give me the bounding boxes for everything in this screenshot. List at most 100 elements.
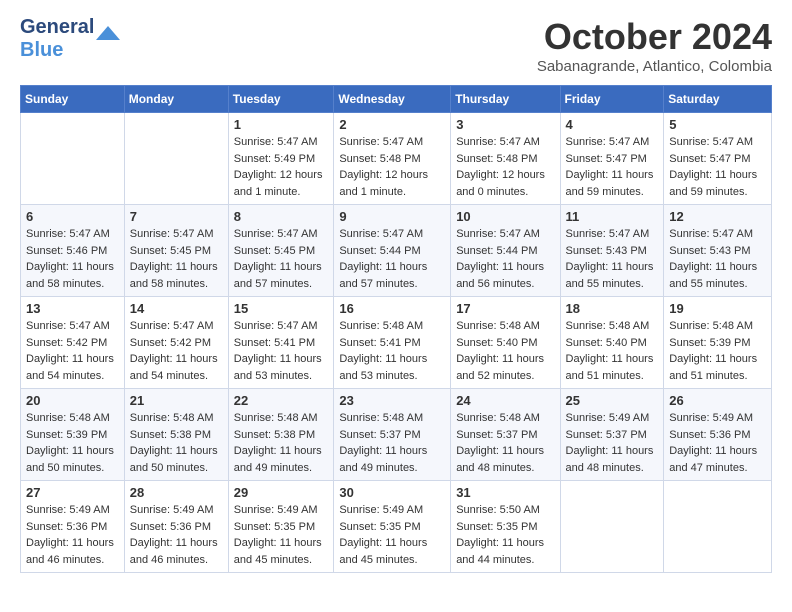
day-detail: Sunrise: 5:48 AMSunset: 5:38 PMDaylight:…	[234, 412, 322, 474]
day-number: 1	[234, 117, 329, 132]
day-detail: Sunrise: 5:47 AMSunset: 5:46 PMDaylight:…	[26, 228, 114, 290]
day-cell: 5 Sunrise: 5:47 AMSunset: 5:47 PMDayligh…	[664, 113, 772, 205]
day-cell: 7 Sunrise: 5:47 AMSunset: 5:45 PMDayligh…	[124, 205, 228, 297]
day-cell: 24 Sunrise: 5:48 AMSunset: 5:37 PMDaylig…	[451, 389, 560, 481]
day-detail: Sunrise: 5:49 AMSunset: 5:36 PMDaylight:…	[669, 412, 757, 474]
day-detail: Sunrise: 5:47 AMSunset: 5:41 PMDaylight:…	[234, 320, 322, 382]
day-cell: 20 Sunrise: 5:48 AMSunset: 5:39 PMDaylig…	[21, 389, 125, 481]
day-detail: Sunrise: 5:49 AMSunset: 5:35 PMDaylight:…	[234, 504, 322, 566]
day-number: 24	[456, 393, 554, 408]
day-cell: 15 Sunrise: 5:47 AMSunset: 5:41 PMDaylig…	[228, 297, 334, 389]
day-detail: Sunrise: 5:48 AMSunset: 5:39 PMDaylight:…	[26, 412, 114, 474]
day-cell: 26 Sunrise: 5:49 AMSunset: 5:36 PMDaylig…	[664, 389, 772, 481]
day-cell: 3 Sunrise: 5:47 AMSunset: 5:48 PMDayligh…	[451, 113, 560, 205]
day-number: 9	[339, 209, 445, 224]
logo: General Blue	[20, 16, 120, 62]
header: General Blue October 2024 Sabanagrande, …	[20, 16, 772, 75]
day-detail: Sunrise: 5:47 AMSunset: 5:44 PMDaylight:…	[339, 228, 427, 290]
day-number: 14	[130, 301, 223, 316]
day-detail: Sunrise: 5:47 AMSunset: 5:42 PMDaylight:…	[130, 320, 218, 382]
day-cell: 6 Sunrise: 5:47 AMSunset: 5:46 PMDayligh…	[21, 205, 125, 297]
day-detail: Sunrise: 5:48 AMSunset: 5:37 PMDaylight:…	[339, 412, 427, 474]
calendar-page: General Blue October 2024 Sabanagrande, …	[0, 0, 792, 589]
day-cell: 23 Sunrise: 5:48 AMSunset: 5:37 PMDaylig…	[334, 389, 451, 481]
day-number: 27	[26, 485, 119, 500]
header-cell-wednesday: Wednesday	[334, 86, 451, 113]
day-number: 17	[456, 301, 554, 316]
day-number: 8	[234, 209, 329, 224]
day-cell: 21 Sunrise: 5:48 AMSunset: 5:38 PMDaylig…	[124, 389, 228, 481]
day-number: 2	[339, 117, 445, 132]
day-cell: 10 Sunrise: 5:47 AMSunset: 5:44 PMDaylig…	[451, 205, 560, 297]
header-row: SundayMondayTuesdayWednesdayThursdayFrid…	[21, 86, 772, 113]
day-cell: 22 Sunrise: 5:48 AMSunset: 5:38 PMDaylig…	[228, 389, 334, 481]
day-number: 18	[566, 301, 659, 316]
day-detail: Sunrise: 5:49 AMSunset: 5:35 PMDaylight:…	[339, 504, 427, 566]
logo-line1: General	[20, 16, 94, 39]
day-detail: Sunrise: 5:48 AMSunset: 5:38 PMDaylight:…	[130, 412, 218, 474]
day-cell: 14 Sunrise: 5:47 AMSunset: 5:42 PMDaylig…	[124, 297, 228, 389]
day-detail: Sunrise: 5:49 AMSunset: 5:37 PMDaylight:…	[566, 412, 654, 474]
header-cell-thursday: Thursday	[451, 86, 560, 113]
day-detail: Sunrise: 5:49 AMSunset: 5:36 PMDaylight:…	[130, 504, 218, 566]
day-cell: 4 Sunrise: 5:47 AMSunset: 5:47 PMDayligh…	[560, 113, 664, 205]
day-cell: 8 Sunrise: 5:47 AMSunset: 5:45 PMDayligh…	[228, 205, 334, 297]
day-detail: Sunrise: 5:47 AMSunset: 5:47 PMDaylight:…	[566, 136, 654, 198]
day-cell: 11 Sunrise: 5:47 AMSunset: 5:43 PMDaylig…	[560, 205, 664, 297]
day-cell	[560, 481, 664, 573]
day-detail: Sunrise: 5:47 AMSunset: 5:48 PMDaylight:…	[456, 136, 545, 198]
day-cell: 17 Sunrise: 5:48 AMSunset: 5:40 PMDaylig…	[451, 297, 560, 389]
day-detail: Sunrise: 5:49 AMSunset: 5:36 PMDaylight:…	[26, 504, 114, 566]
day-detail: Sunrise: 5:47 AMSunset: 5:47 PMDaylight:…	[669, 136, 757, 198]
day-cell: 30 Sunrise: 5:49 AMSunset: 5:35 PMDaylig…	[334, 481, 451, 573]
logo-triangle-icon	[96, 21, 120, 45]
day-number: 21	[130, 393, 223, 408]
week-row-5: 27 Sunrise: 5:49 AMSunset: 5:36 PMDaylig…	[21, 481, 772, 573]
day-cell	[664, 481, 772, 573]
day-detail: Sunrise: 5:47 AMSunset: 5:48 PMDaylight:…	[339, 136, 428, 198]
day-number: 11	[566, 209, 659, 224]
day-cell: 28 Sunrise: 5:49 AMSunset: 5:36 PMDaylig…	[124, 481, 228, 573]
day-cell: 19 Sunrise: 5:48 AMSunset: 5:39 PMDaylig…	[664, 297, 772, 389]
day-cell	[21, 113, 125, 205]
header-cell-sunday: Sunday	[21, 86, 125, 113]
day-cell	[124, 113, 228, 205]
week-row-2: 6 Sunrise: 5:47 AMSunset: 5:46 PMDayligh…	[21, 205, 772, 297]
day-cell: 1 Sunrise: 5:47 AMSunset: 5:49 PMDayligh…	[228, 113, 334, 205]
day-number: 23	[339, 393, 445, 408]
week-row-4: 20 Sunrise: 5:48 AMSunset: 5:39 PMDaylig…	[21, 389, 772, 481]
day-number: 12	[669, 209, 766, 224]
month-title: October 2024	[537, 16, 772, 58]
header-cell-friday: Friday	[560, 86, 664, 113]
day-number: 22	[234, 393, 329, 408]
day-number: 30	[339, 485, 445, 500]
day-cell: 2 Sunrise: 5:47 AMSunset: 5:48 PMDayligh…	[334, 113, 451, 205]
day-number: 31	[456, 485, 554, 500]
day-cell: 31 Sunrise: 5:50 AMSunset: 5:35 PMDaylig…	[451, 481, 560, 573]
day-number: 7	[130, 209, 223, 224]
day-detail: Sunrise: 5:47 AMSunset: 5:49 PMDaylight:…	[234, 136, 323, 198]
day-detail: Sunrise: 5:48 AMSunset: 5:39 PMDaylight:…	[669, 320, 757, 382]
day-detail: Sunrise: 5:47 AMSunset: 5:43 PMDaylight:…	[566, 228, 654, 290]
week-row-1: 1 Sunrise: 5:47 AMSunset: 5:49 PMDayligh…	[21, 113, 772, 205]
day-number: 29	[234, 485, 329, 500]
week-row-3: 13 Sunrise: 5:47 AMSunset: 5:42 PMDaylig…	[21, 297, 772, 389]
day-number: 19	[669, 301, 766, 316]
day-cell: 29 Sunrise: 5:49 AMSunset: 5:35 PMDaylig…	[228, 481, 334, 573]
location-subtitle: Sabanagrande, Atlantico, Colombia	[537, 58, 772, 75]
day-cell: 16 Sunrise: 5:48 AMSunset: 5:41 PMDaylig…	[334, 297, 451, 389]
day-detail: Sunrise: 5:48 AMSunset: 5:40 PMDaylight:…	[456, 320, 544, 382]
day-detail: Sunrise: 5:47 AMSunset: 5:44 PMDaylight:…	[456, 228, 544, 290]
day-detail: Sunrise: 5:50 AMSunset: 5:35 PMDaylight:…	[456, 504, 544, 566]
day-number: 6	[26, 209, 119, 224]
day-number: 10	[456, 209, 554, 224]
logo-line2: Blue	[20, 39, 94, 62]
day-cell: 12 Sunrise: 5:47 AMSunset: 5:43 PMDaylig…	[664, 205, 772, 297]
day-cell: 25 Sunrise: 5:49 AMSunset: 5:37 PMDaylig…	[560, 389, 664, 481]
day-number: 16	[339, 301, 445, 316]
calendar-table: SundayMondayTuesdayWednesdayThursdayFrid…	[20, 85, 772, 573]
day-number: 26	[669, 393, 766, 408]
day-number: 5	[669, 117, 766, 132]
day-number: 13	[26, 301, 119, 316]
day-number: 28	[130, 485, 223, 500]
